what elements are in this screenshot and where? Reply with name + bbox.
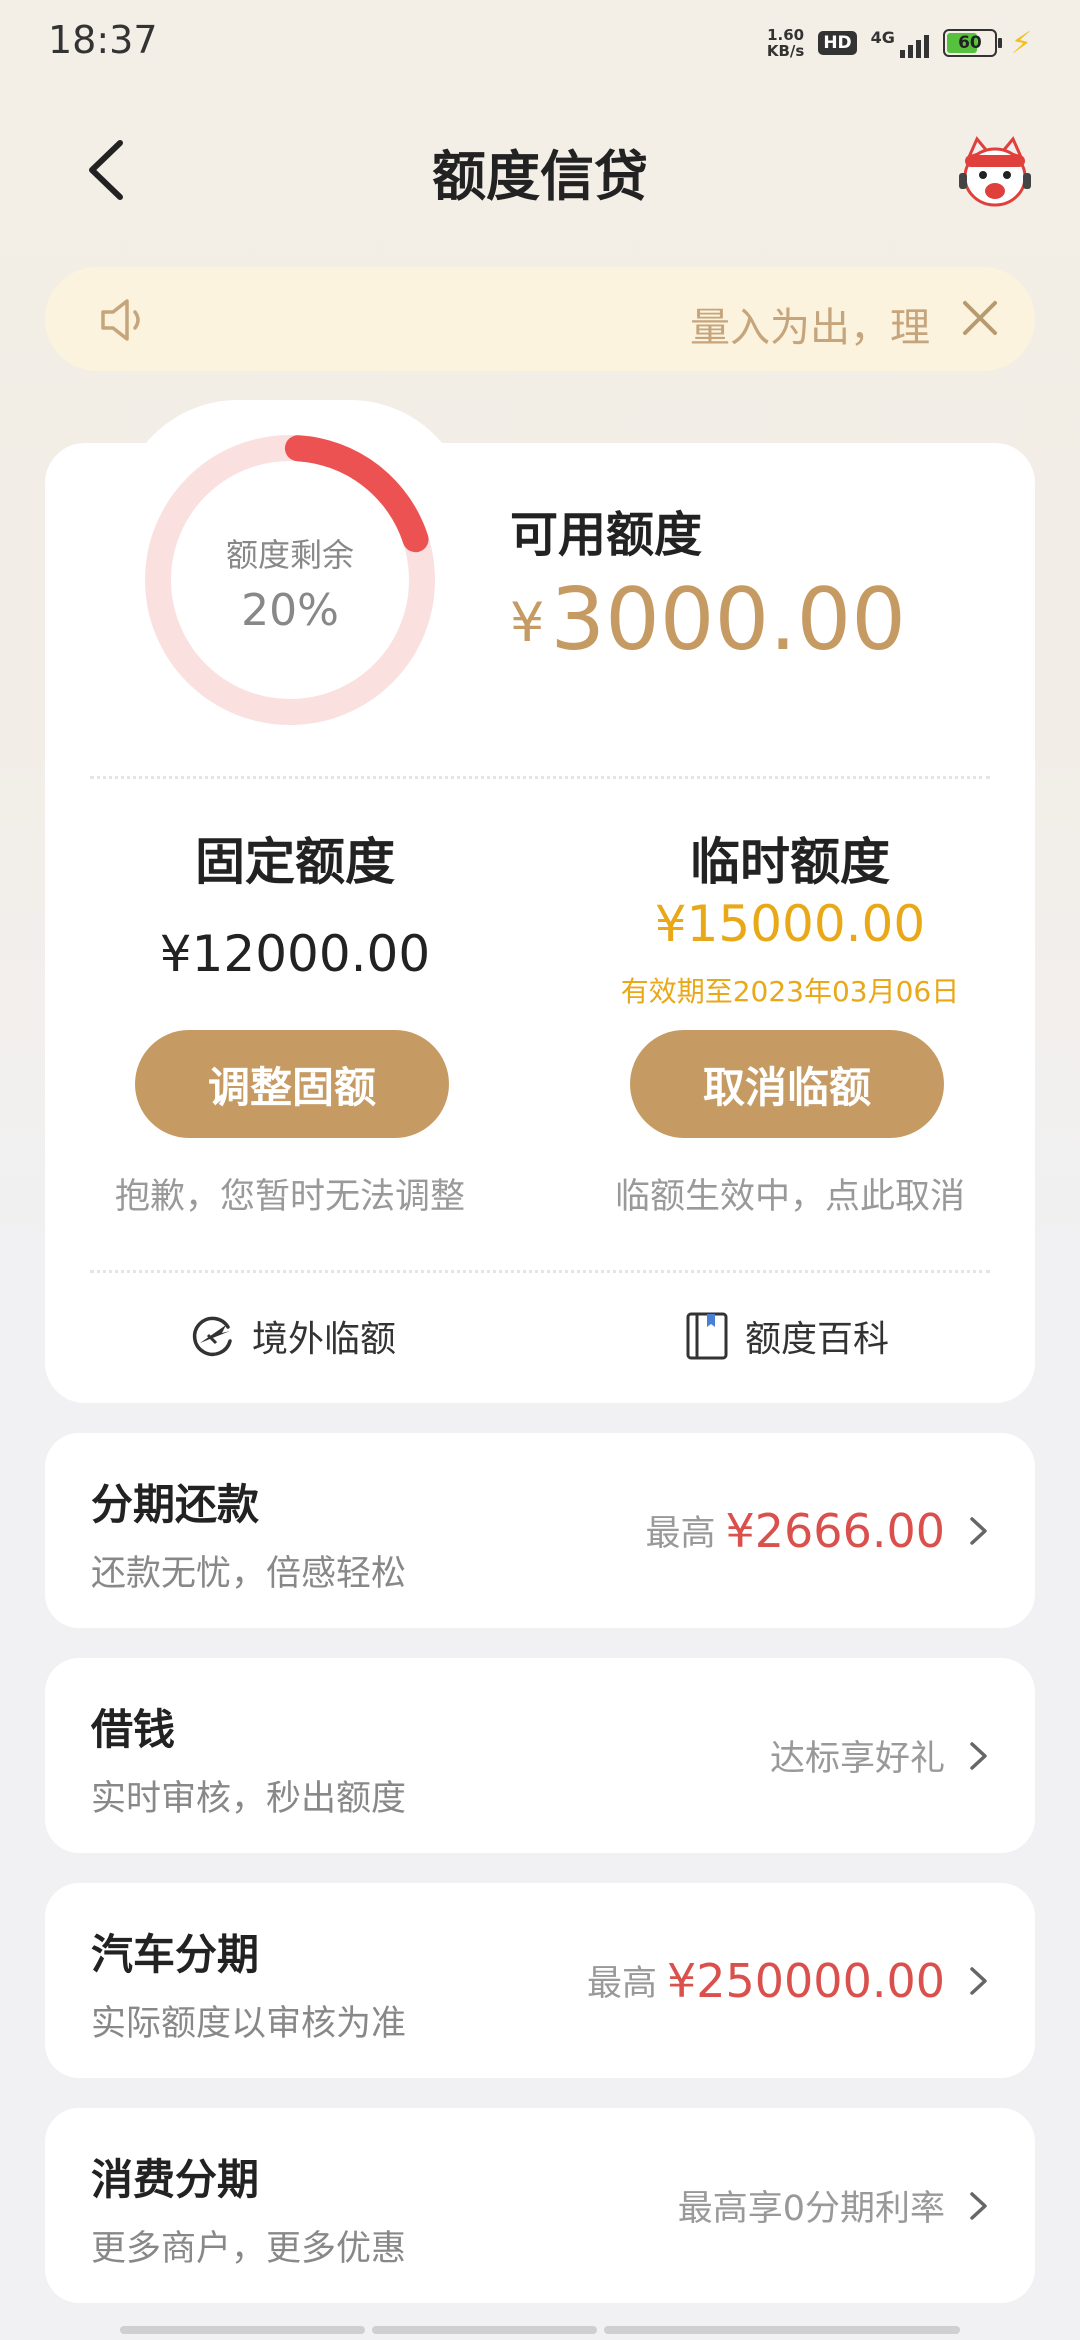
available-amount: ¥3000.00 — [510, 570, 906, 670]
page-indicator — [120, 2326, 960, 2334]
net-speed-value: 1.60 — [767, 26, 805, 44]
card-right-amount: ¥2666.00 — [725, 1503, 946, 1558]
net-speed: 1.60 KB/s — [767, 27, 804, 59]
available-label: 可用额度 — [510, 507, 703, 563]
card-right-text: 最高享0分期利率 — [677, 2189, 945, 2229]
fixed-quota-amount: ¥12000.00 — [159, 925, 431, 983]
charging-icon: ⚡ — [1010, 25, 1032, 61]
mascot-icon — [959, 136, 1031, 207]
ring-progress-arc — [284, 435, 429, 553]
card-right-text: 达标享好礼 — [769, 1739, 945, 1779]
status-time: 18:37 — [48, 18, 158, 62]
net-speed-unit: KB/s — [766, 42, 805, 60]
card-subtitle: 更多商户，更多优惠 — [91, 2229, 407, 2269]
car-installment-card[interactable]: 汽车分期 实际额度以审核为准 最高 ¥250000.00 — [45, 1883, 1035, 2078]
remaining-quota-ring — [145, 435, 435, 725]
close-icon[interactable] — [955, 293, 1005, 343]
wiki-link-label: 额度百科 — [745, 1319, 890, 1360]
customer-service-button[interactable] — [955, 135, 1035, 215]
card-right-info: 最高 ¥250000.00 — [587, 1883, 945, 2078]
card-right-amount: ¥250000.00 — [666, 1953, 945, 2008]
ring-percent: 20% — [241, 585, 339, 636]
cancel-hint[interactable]: 临额生效中，点此取消 — [555, 1168, 1025, 1219]
adjust-hint: 抱歉，您暂时无法调整 — [114, 1177, 465, 1217]
chevron-right-icon — [970, 2192, 987, 2220]
cancel-temp-quota-button[interactable]: 取消临额 — [630, 1030, 944, 1138]
card-title: 消费分期 — [91, 2155, 260, 2204]
page-title: 额度信贷 — [432, 145, 648, 208]
card-right-prefix: 最高 — [586, 1964, 657, 2004]
card-title: 借钱 — [91, 1705, 176, 1754]
card-title: 汽车分期 — [91, 1930, 260, 1979]
network-type: 4G — [870, 28, 895, 47]
quota-wiki-link[interactable]: 额度百科 — [685, 1310, 889, 1362]
signal-icon: 4G — [871, 28, 929, 58]
card-right-info: 达标享好礼 — [770, 1658, 945, 1853]
card-right-info: 最高享0分期利率 — [678, 2108, 945, 2303]
notice-bar[interactable]: 量入为出，理 — [45, 267, 1035, 371]
temp-quota-title: 临时额度 — [690, 833, 890, 891]
temp-quota-amount: ¥15000.00 — [654, 895, 926, 953]
adjust-fixed-quota-button[interactable]: 调整固额 — [135, 1030, 449, 1138]
card-subtitle: 实际额度以审核为准 — [91, 2004, 407, 2044]
currency-symbol: ¥ — [510, 591, 545, 654]
divider — [90, 1270, 990, 1273]
temp-quota-expiry: 有效期至2023年03月06日 — [620, 975, 960, 1008]
card-subtitle: 实时审核，秒出额度 — [91, 1779, 407, 1819]
borrow-money-card[interactable]: 借钱 实时审核，秒出额度 达标享好礼 — [45, 1658, 1035, 1853]
overseas-temp-quota-link[interactable]: 境外临额 — [190, 1310, 396, 1362]
chevron-right-icon — [970, 1967, 987, 1995]
divider — [90, 776, 990, 779]
card-right-prefix: 最高 — [645, 1514, 716, 1554]
card-right-info: 最高 ¥2666.00 — [645, 1433, 945, 1628]
ring-label: 额度剩余 — [225, 536, 354, 574]
consumer-installment-card[interactable]: 消费分期 更多商户，更多优惠 最高享0分期利率 — [45, 2108, 1035, 2303]
chevron-right-icon — [970, 1742, 987, 1770]
status-icons: 1.60 KB/s HD 4G 60 ⚡ — [767, 22, 1032, 64]
overseas-link-label: 境外临额 — [252, 1319, 397, 1360]
speaker-icon — [97, 295, 151, 345]
card-title: 分期还款 — [91, 1480, 260, 1529]
card-subtitle: 还款无忧，倍感轻松 — [91, 1554, 407, 1594]
fixed-quota-title: 固定额度 — [195, 833, 395, 891]
hd-icon: HD — [818, 31, 857, 55]
chevron-right-icon — [970, 1517, 987, 1545]
available-amount-value: 3000.00 — [550, 570, 906, 670]
installment-repayment-card[interactable]: 分期还款 还款无忧，倍感轻松 最高 ¥2666.00 — [45, 1433, 1035, 1628]
book-icon — [686, 1312, 728, 1360]
airplane-globe-icon — [192, 1316, 232, 1357]
notice-text: 量入为出，理 — [690, 305, 930, 351]
battery-level: 60 — [958, 33, 982, 53]
battery-icon: 60 — [942, 29, 1002, 57]
